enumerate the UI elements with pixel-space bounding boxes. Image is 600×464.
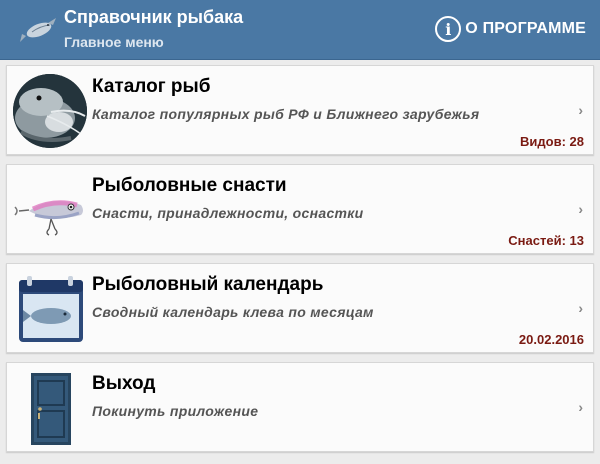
menu-item-description: Каталог популярных рыб РФ и Ближнего зар… xyxy=(92,106,480,122)
menu-item-title: Каталог рыб xyxy=(92,76,211,97)
status-badge: 20.02.2016 xyxy=(518,332,584,347)
chevron-right-icon: › xyxy=(578,102,583,118)
menu-item-tackle[interactable]: Рыболовные снасти Снасти, принадлежности… xyxy=(6,164,594,254)
fish-icon xyxy=(20,18,56,42)
chevron-right-icon: › xyxy=(578,201,583,217)
chevron-right-icon: › xyxy=(578,300,583,316)
chevron-right-icon: › xyxy=(578,399,583,415)
app-title: Справочник рыбака xyxy=(64,7,244,27)
status-badge: Видов: 28 xyxy=(520,134,584,149)
menu-item-title: Рыболовный календарь xyxy=(92,274,324,295)
menu-item-calendar[interactable]: Рыболовный календарь Сводный календарь к… xyxy=(6,263,594,353)
info-icon: i xyxy=(435,16,462,42)
menu-item-fish-catalog[interactable]: Каталог рыб Каталог популярных рыб РФ и … xyxy=(6,65,594,155)
menu-item-title: Рыболовные снасти xyxy=(92,175,287,196)
app-header: Справочник рыбака Главное меню i О ПРОГР… xyxy=(0,0,600,60)
status-badge: Снастей: 13 xyxy=(508,233,584,248)
about-button[interactable]: i О ПРОГРАММЕ xyxy=(435,14,586,44)
menu-item-description: Снасти, принадлежности, оснастки xyxy=(92,205,364,221)
menu-item-description: Покинуть приложение xyxy=(92,403,259,419)
app-subtitle: Главное меню xyxy=(64,34,164,50)
door-icon xyxy=(31,373,71,445)
menu-item-description: Сводный календарь клева по месяцам xyxy=(92,304,374,320)
menu-item-title: Выход xyxy=(92,373,156,394)
lure-icon xyxy=(14,200,83,236)
calendar-icon xyxy=(19,276,83,342)
catfish-icon xyxy=(13,74,87,148)
menu-item-exit[interactable]: Выход Покинуть приложение › xyxy=(6,362,594,452)
about-label: О ПРОГРАММЕ xyxy=(465,20,586,37)
